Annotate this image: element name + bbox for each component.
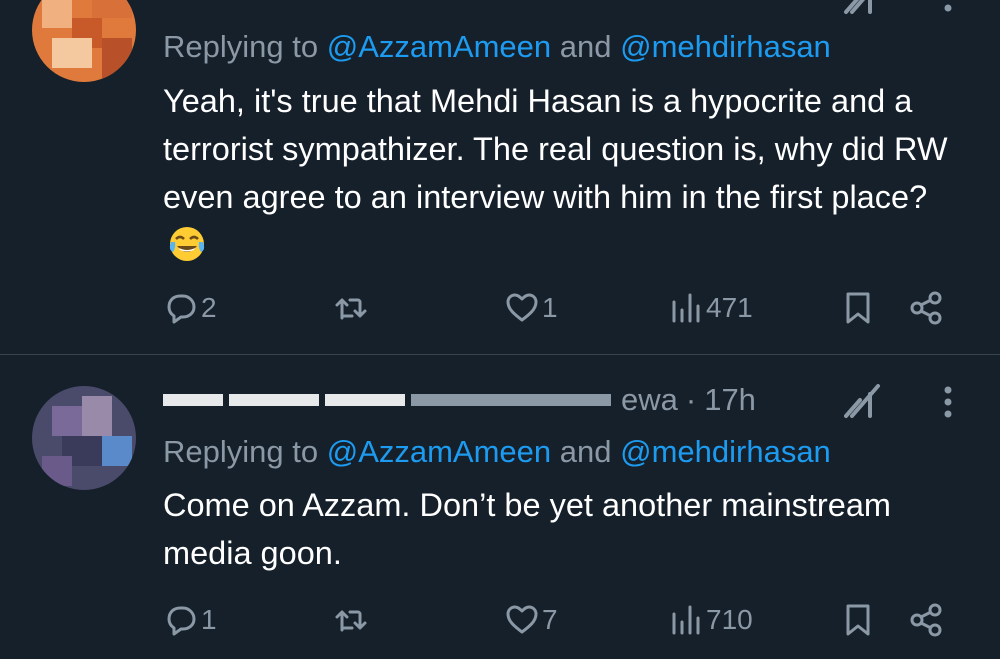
retweet-icon xyxy=(335,610,367,632)
views-icon xyxy=(672,293,700,323)
tweet-body: Yeah, it's true that Mehdi Hasan is a hy… xyxy=(163,83,948,215)
handle-suffix[interactable]: ewa xyxy=(621,382,678,418)
heart-icon xyxy=(506,293,538,322)
share-button[interactable] xyxy=(908,596,944,644)
replying-prefix: Replying to xyxy=(163,29,327,64)
views-icon xyxy=(672,605,700,635)
tweet-body: Come on Azzam. Don’t be yet another main… xyxy=(163,487,891,571)
timestamp[interactable]: 17h xyxy=(704,382,756,418)
avatar[interactable] xyxy=(32,0,136,82)
share-icon xyxy=(910,291,942,325)
reply-icon xyxy=(167,294,196,324)
display-name-redacted xyxy=(163,394,223,406)
reply-button[interactable]: 1 xyxy=(163,596,217,644)
tweet-text: Come on Azzam. Don’t be yet another main… xyxy=(163,481,973,577)
display-name-redacted xyxy=(229,394,319,406)
views-button[interactable]: 471 xyxy=(668,284,753,332)
replying-prefix: Replying to xyxy=(163,434,327,469)
grok-icon[interactable] xyxy=(842,380,882,420)
more-options-icon[interactable] xyxy=(942,0,954,16)
separator-dot: · xyxy=(685,382,697,417)
replying-to: Replying to @AzzamAmeen and @mehdirhasan xyxy=(163,29,831,65)
bookmark-icon xyxy=(846,292,870,324)
grok-icon[interactable] xyxy=(842,0,882,16)
replying-conjunction: and xyxy=(551,29,621,64)
retweet-button[interactable] xyxy=(333,596,369,644)
tweet[interactable]: Replying to @AzzamAmeen and @mehdirhasan… xyxy=(0,0,1000,355)
retweet-button[interactable] xyxy=(333,284,369,332)
like-count: 1 xyxy=(542,292,558,323)
tweet-header: ewa · 17h xyxy=(163,378,756,422)
reply-count: 1 xyxy=(201,604,217,635)
share-button[interactable] xyxy=(908,284,944,332)
tweet-text: Yeah, it's true that Mehdi Hasan is a hy… xyxy=(163,77,973,269)
display-name-redacted xyxy=(325,394,405,406)
divider xyxy=(0,354,1000,355)
tweet[interactable]: ewa · 17h Replying to @AzzamAmeen and @m… xyxy=(0,356,1000,659)
views-count: 471 xyxy=(706,292,753,323)
handle-redacted xyxy=(411,394,611,406)
mention-link[interactable]: @AzzamAmeen xyxy=(327,434,551,469)
reply-button[interactable]: 2 xyxy=(163,284,217,332)
more-options-icon[interactable] xyxy=(942,382,954,422)
views-count: 710 xyxy=(706,604,753,635)
avatar[interactable] xyxy=(32,386,136,490)
replying-conjunction: and xyxy=(551,434,621,469)
mention-link[interactable]: @mehdirhasan xyxy=(620,434,831,469)
bookmark-button[interactable] xyxy=(840,284,876,332)
bookmark-button[interactable] xyxy=(840,596,876,644)
replying-to: Replying to @AzzamAmeen and @mehdirhasan xyxy=(163,434,831,470)
like-count: 7 xyxy=(542,604,558,635)
mention-link[interactable]: @mehdirhasan xyxy=(620,29,831,64)
share-icon xyxy=(910,603,942,637)
heart-icon xyxy=(506,605,538,634)
tweet-actions: 1 7 710 xyxy=(0,596,1000,644)
reply-icon xyxy=(167,606,196,636)
tweet-header xyxy=(163,0,411,16)
retweet-icon xyxy=(335,298,367,320)
bookmark-icon xyxy=(846,604,870,636)
reply-count: 2 xyxy=(201,292,217,323)
like-button[interactable]: 7 xyxy=(504,596,558,644)
tweet-actions: 2 1 471 xyxy=(0,284,1000,332)
views-button[interactable]: 710 xyxy=(668,596,753,644)
face-with-tears-of-joy-icon xyxy=(169,227,205,261)
like-button[interactable]: 1 xyxy=(504,284,558,332)
mention-link[interactable]: @AzzamAmeen xyxy=(327,29,551,64)
